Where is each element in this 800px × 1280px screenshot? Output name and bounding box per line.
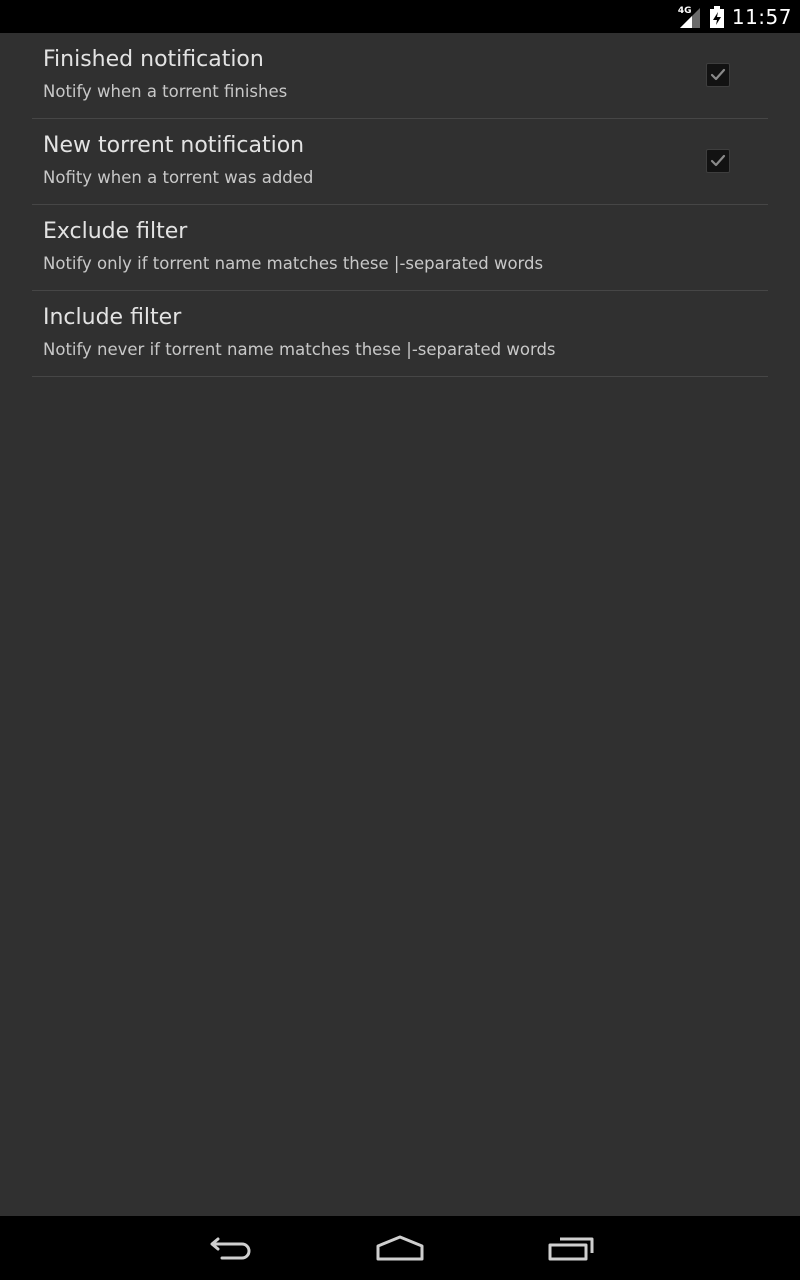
checkmark-icon — [710, 68, 726, 81]
status-time: 11:57 — [731, 4, 792, 29]
pref-title: Include filter — [43, 305, 182, 330]
battery-charging-icon — [709, 5, 724, 28]
status-bar: 4G 11:57 — [0, 0, 800, 33]
checkmark-icon — [710, 154, 726, 167]
recent-apps-button[interactable] — [540, 1228, 600, 1268]
pref-include-filter[interactable]: Include filter Notify never if torrent n… — [32, 291, 768, 377]
home-icon — [376, 1235, 424, 1261]
pref-summary: Nofity when a torrent was added — [43, 168, 314, 187]
back-button[interactable] — [200, 1228, 260, 1268]
home-button[interactable] — [370, 1228, 430, 1268]
pref-title: New torrent notification — [43, 133, 305, 158]
finished-notification-checkbox[interactable] — [706, 63, 730, 87]
pref-summary: Notify only if torrent name matches thes… — [43, 254, 544, 273]
back-icon — [210, 1237, 251, 1260]
pref-finished-notification[interactable]: Finished notification Notify when a torr… — [32, 33, 768, 119]
recent-apps-icon — [548, 1237, 594, 1261]
pref-title: Finished notification — [43, 47, 264, 72]
pref-title: Exclude filter — [43, 219, 188, 244]
pref-summary: Notify when a torrent finishes — [43, 82, 288, 101]
pref-exclude-filter[interactable]: Exclude filter Notify only if torrent na… — [32, 205, 768, 291]
pref-summary: Notify never if torrent name matches the… — [43, 340, 556, 359]
signal-icon: 4G — [678, 6, 702, 28]
status-icons: 4G 11:57 — [678, 0, 792, 33]
new-torrent-notification-checkbox[interactable] — [706, 149, 730, 173]
navigation-bar — [0, 1216, 800, 1280]
pref-new-torrent-notification[interactable]: New torrent notification Nofity when a t… — [32, 119, 768, 205]
preference-list: Finished notification Notify when a torr… — [32, 33, 768, 377]
